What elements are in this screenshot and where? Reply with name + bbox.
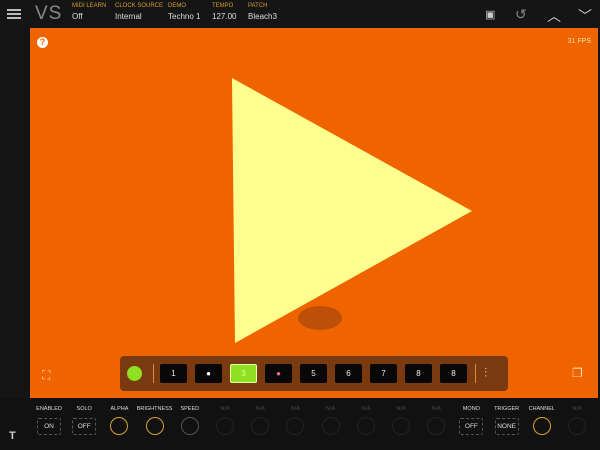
knob[interactable] [216, 417, 234, 435]
mixer-icon[interactable]: ⫶ [484, 365, 487, 381]
tempo-field[interactable]: TEMPO 127.00 [212, 3, 236, 21]
control-channel[interactable]: CHANNEL [522, 406, 562, 435]
control-label: N/A [396, 406, 406, 412]
control-speed[interactable]: SPEED [170, 406, 210, 435]
undo-icon[interactable]: ↺ [515, 6, 527, 23]
control-label: TRIGGER [494, 406, 520, 412]
field-label: DEMO [168, 3, 186, 9]
control-na[interactable]: N/A [557, 406, 597, 435]
control-label: MONO [462, 406, 480, 412]
slot-button-7[interactable]: 7 [370, 364, 397, 383]
knob[interactable] [251, 417, 270, 435]
knob[interactable] [180, 417, 199, 435]
control-label: N/A [326, 406, 336, 412]
control-na[interactable]: N/A [240, 406, 280, 435]
slot-button-8[interactable]: 8 [405, 364, 432, 383]
control-solo[interactable]: SOLO OFF [64, 406, 104, 435]
control-na[interactable]: N/A [205, 406, 245, 435]
slot-button-5[interactable]: 5 [300, 364, 327, 383]
chevron-up-icon[interactable]: ︿ [547, 6, 561, 26]
divider [153, 364, 154, 383]
chevron-down-icon[interactable]: ﹀ [578, 6, 592, 26]
knob[interactable] [145, 417, 164, 435]
dot-icon: ● [276, 369, 281, 378]
control-brightness[interactable]: BRIGHTNESS [135, 406, 175, 435]
knob[interactable] [392, 417, 410, 435]
patch-field[interactable]: PATCH Bleach3 [248, 3, 277, 21]
visual-stage[interactable]: ? 31 FPS ⛶ ❐ [30, 28, 598, 398]
slot-button-3[interactable]: 3 [230, 364, 257, 383]
fps-counter: 31 FPS [567, 38, 591, 45]
divider [475, 364, 476, 383]
knob[interactable] [321, 417, 340, 435]
field-label: MIDI LEARN [72, 3, 107, 9]
clock-source-field[interactable]: CLOCK SOURCE Internal [115, 3, 163, 21]
knob[interactable] [286, 417, 305, 435]
field-label: PATCH [248, 3, 268, 9]
control-trigger[interactable]: TRIGGER NONE [487, 406, 527, 435]
field-value: Techno 1 [168, 12, 201, 21]
toggle-button[interactable]: NONE [494, 418, 519, 435]
slot-button-6[interactable]: 6 [335, 364, 362, 383]
knob[interactable] [532, 417, 551, 435]
control-na[interactable]: N/A [311, 406, 351, 435]
toggle-button[interactable]: ON [37, 418, 61, 435]
slot-button-9[interactable]: 8 [440, 364, 467, 383]
knob[interactable] [568, 417, 586, 435]
control-label: BRIGHTNESS [136, 406, 173, 412]
field-value: Internal [115, 12, 142, 21]
slot-button-4[interactable]: ● [265, 364, 292, 383]
text-tool-icon[interactable]: T [9, 430, 16, 442]
control-na[interactable]: N/A [275, 406, 315, 435]
app-logo: VS [35, 3, 63, 24]
control-label: N/A [220, 406, 230, 412]
dot-icon: ● [206, 369, 211, 378]
control-label: SPEED [180, 406, 200, 412]
control-label: N/A [290, 406, 300, 412]
play-triangle-visual [232, 78, 472, 343]
control-na[interactable]: N/A [381, 406, 421, 435]
window-icon[interactable]: ❐ [572, 366, 584, 380]
toggle-button[interactable]: OFF [72, 418, 97, 435]
field-label: CLOCK SOURCE [115, 3, 164, 9]
control-enabled[interactable]: ENABLED ON [29, 406, 69, 435]
knob[interactable] [356, 417, 375, 435]
field-value: Off [72, 12, 83, 21]
demo-field[interactable]: DEMO Techno 1 [168, 3, 200, 21]
help-icon[interactable]: ? [37, 37, 48, 48]
control-label: CHANNEL [528, 406, 555, 412]
control-alpha[interactable]: ALPHA [99, 406, 139, 435]
field-label: TEMPO [212, 3, 234, 9]
top-bar: VS MIDI LEARN Off CLOCK SOURCE Internal DE… [0, 0, 600, 28]
control-label: ENABLED [36, 406, 62, 412]
control-label: SOLO [76, 406, 92, 412]
control-mono[interactable]: MONO OFF [451, 406, 491, 435]
status-dot[interactable] [127, 366, 142, 381]
control-label: N/A [361, 406, 371, 412]
field-value: Bleach3 [248, 12, 277, 21]
slot-button-2[interactable]: ● [195, 364, 222, 383]
midi-learn-field[interactable]: MIDI LEARN Off [72, 3, 106, 21]
save-icon[interactable]: ▣ [485, 8, 495, 21]
toggle-button[interactable]: OFF [459, 418, 484, 435]
control-panel: ENABLED ON SOLO OFF ALPHA BRIGHTNESS SPEED N/A N… [0, 398, 600, 450]
slot-bar: 1 ● 3 ● 5 6 7 8 8 ⫶ [120, 356, 508, 391]
control-label: N/A [572, 406, 582, 412]
control-na[interactable]: N/A [346, 406, 386, 435]
control-label: N/A [431, 406, 441, 412]
knob[interactable] [110, 417, 129, 435]
slot-button-1[interactable]: 1 [160, 364, 187, 383]
field-value: 127.00 [212, 12, 237, 21]
fullscreen-icon[interactable]: ⛶ [42, 368, 54, 382]
control-label: ALPHA [110, 406, 129, 412]
control-label: N/A [255, 406, 265, 412]
menu-icon[interactable] [7, 9, 21, 19]
knob[interactable] [427, 417, 446, 435]
control-na[interactable]: N/A [416, 406, 456, 435]
